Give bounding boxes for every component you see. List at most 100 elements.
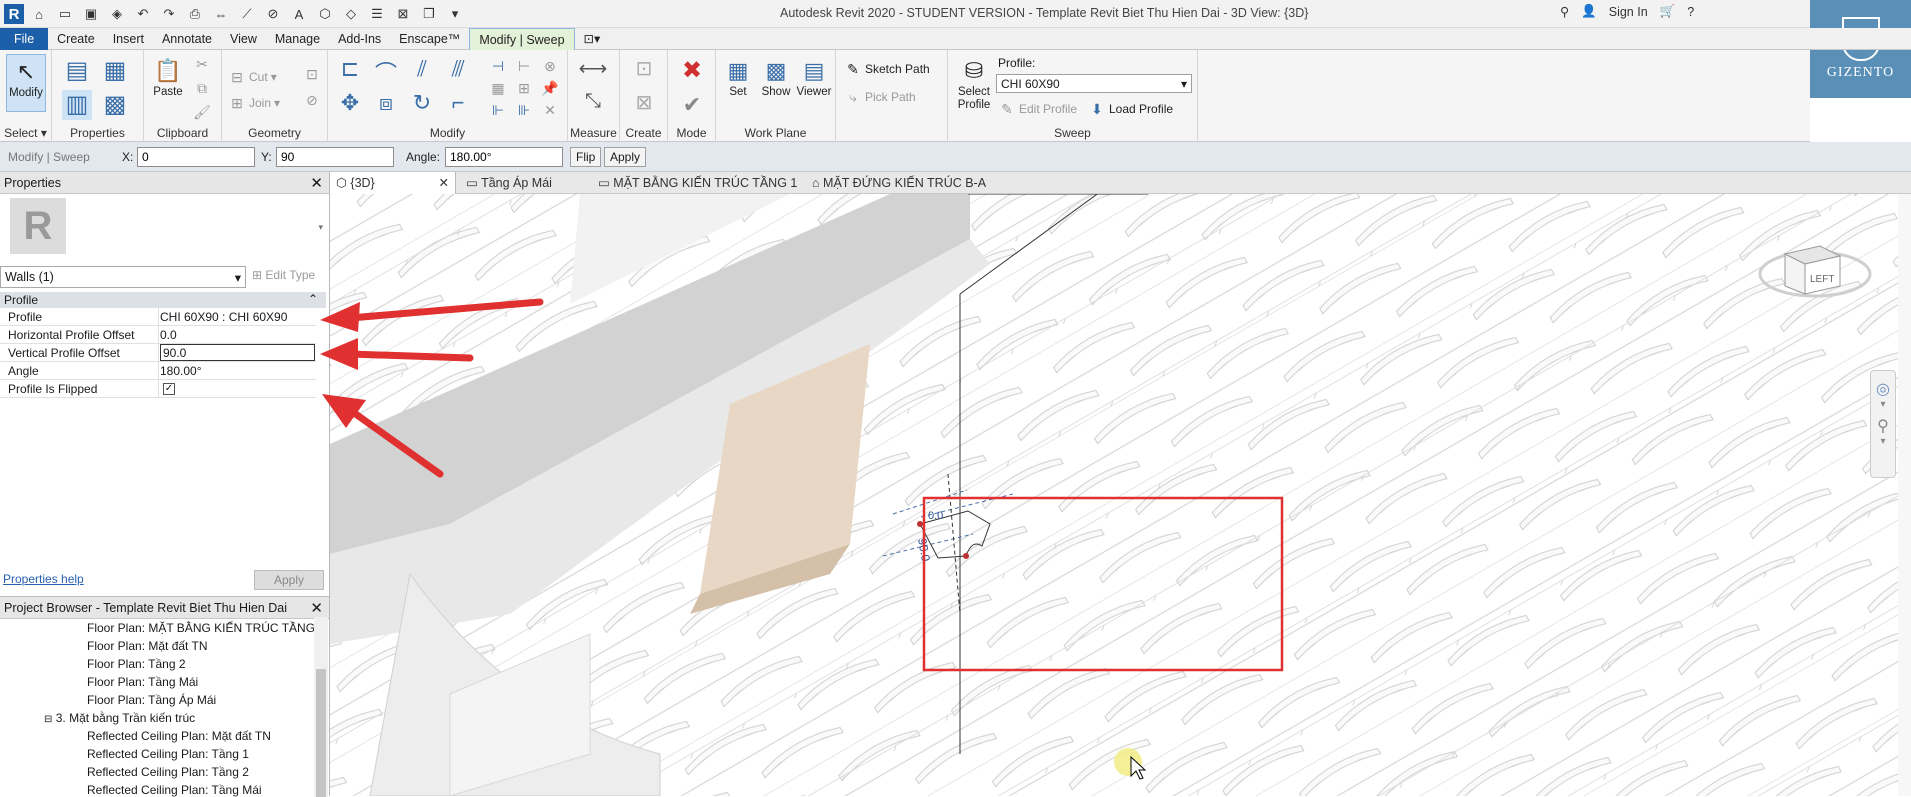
- create-group-icon[interactable]: ⊠: [630, 90, 658, 116]
- print-icon[interactable]: ⎙: [184, 3, 206, 25]
- undo-icon[interactable]: ↶: [132, 3, 154, 25]
- sign-in-link[interactable]: Sign In: [1609, 5, 1648, 19]
- tab-insert[interactable]: Insert: [104, 28, 153, 50]
- redo-icon[interactable]: ↷: [158, 3, 180, 25]
- type-selector[interactable]: Walls (1) ▾: [0, 266, 246, 288]
- thin-lines-icon[interactable]: ☰: [366, 3, 388, 25]
- copy-element-icon[interactable]: ⧈: [372, 90, 400, 118]
- cart-icon[interactable]: 🛒: [1660, 4, 1676, 19]
- copy-icon[interactable]: ⧉: [192, 80, 212, 98]
- apply-button[interactable]: Apply: [604, 147, 647, 167]
- match-properties-icon[interactable]: 🖌: [192, 104, 212, 122]
- viewer-button[interactable]: ▤ Viewer: [794, 54, 834, 112]
- split-face-icon[interactable]: ⊘: [302, 92, 322, 110]
- view-scrollbar[interactable]: [1898, 194, 1911, 796]
- set-button[interactable]: ▦ Set: [718, 54, 758, 112]
- dimension-icon[interactable]: ⟋: [236, 3, 258, 25]
- prop-row-angle[interactable]: Angle 180.00°: [0, 362, 316, 380]
- browser-item[interactable]: Reflected Ceiling Plan: Mặt đất TN: [87, 729, 271, 743]
- align-icon[interactable]: ⊏: [336, 56, 364, 84]
- family-types-icon[interactable]: ▥: [62, 90, 92, 120]
- x-input[interactable]: [137, 147, 255, 167]
- flip-button[interactable]: Flip: [570, 147, 602, 167]
- finish-edit-icon[interactable]: ✔: [678, 92, 706, 120]
- browser-item[interactable]: Floor Plan: Tầng Áp Mái: [87, 693, 216, 707]
- view-tab-mat-dung[interactable]: ⌂ MẶT ĐỨNG KIẾN TRÚC B-A: [806, 172, 992, 194]
- tab-modify-sweep[interactable]: Modify | Sweep: [469, 27, 575, 50]
- trim-multiple-icon[interactable]: ⊩: [488, 102, 508, 120]
- profile-dimension-small[interactable]: 0.0: [928, 510, 943, 522]
- properties-help-link[interactable]: Properties help: [3, 572, 84, 586]
- browser-item[interactable]: Reflected Ceiling Plan: Tầng Mái: [87, 783, 262, 797]
- cut-icon[interactable]: ✂: [192, 56, 212, 74]
- prop-value-angle[interactable]: 180.00°: [160, 364, 202, 378]
- sync-icon[interactable]: ◈: [106, 3, 128, 25]
- paste-button[interactable]: 📋 Paste: [148, 54, 188, 112]
- browser-group[interactable]: ⊟ 3. Mặt bằng Trần kiến trúc: [44, 711, 195, 725]
- wall-joins-icon[interactable]: ⊡: [302, 66, 322, 84]
- tab-create[interactable]: Create: [48, 28, 104, 50]
- prop-row-profile-flipped[interactable]: Profile Is Flipped ✓: [0, 380, 316, 398]
- tab-annotate[interactable]: Annotate: [153, 28, 221, 50]
- mirror-axis-icon[interactable]: ⫽: [408, 56, 436, 84]
- scale-icon[interactable]: ⊞: [514, 80, 534, 98]
- tab-view[interactable]: View: [221, 28, 266, 50]
- extend-icon[interactable]: ⊪: [514, 102, 534, 120]
- close-icon[interactable]: ✕: [310, 174, 323, 192]
- 3d-viewport[interactable]: 90.0 0.0 LEFT: [330, 194, 1911, 796]
- split-gap-icon[interactable]: ⊢: [514, 58, 534, 76]
- view-tab-tang-ap-mai[interactable]: ▭ Tầng Áp Mái: [460, 172, 558, 194]
- tab-close-icon[interactable]: ✕: [439, 172, 449, 194]
- mirror-draw-icon[interactable]: ⫻: [444, 56, 472, 84]
- offset-icon[interactable]: ⌒: [372, 56, 400, 86]
- unpin-icon[interactable]: ⊗: [540, 58, 560, 76]
- open-icon[interactable]: ▭: [54, 3, 76, 25]
- profile-flipped-checkbox[interactable]: ✓: [163, 383, 175, 395]
- preview-dropdown-icon[interactable]: ▾: [318, 222, 323, 233]
- browser-item[interactable]: Floor Plan: MẶT BẰNG KIẾN TRÚC TẦNG 1: [87, 621, 325, 635]
- help-icon[interactable]: ?: [1687, 5, 1694, 19]
- delete-icon[interactable]: ✕: [540, 102, 560, 120]
- qat-dropdown-icon[interactable]: ▾: [444, 3, 466, 25]
- browser-item[interactable]: Floor Plan: Tầng 2: [87, 657, 186, 671]
- cancel-edit-icon[interactable]: ✖: [678, 56, 706, 84]
- type-properties-icon[interactable]: ▦: [100, 56, 130, 86]
- zoom-dropdown-icon[interactable]: ▾: [1871, 436, 1895, 447]
- prop-row-vertical-offset[interactable]: Vertical Profile Offset 90.0: [0, 344, 316, 362]
- tab-file[interactable]: File: [0, 27, 49, 50]
- browser-scroll-thumb[interactable]: [316, 669, 326, 797]
- prop-value-horizontal-offset[interactable]: 0.0: [160, 328, 177, 342]
- switch-windows-icon[interactable]: ❐: [418, 3, 440, 25]
- cut-geometry-button[interactable]: ⊟ Cut ▾: [228, 68, 277, 86]
- tag-icon[interactable]: ⊘: [262, 3, 284, 25]
- 3d-view-icon[interactable]: ⬡: [314, 3, 336, 25]
- view-tab-mat-bang[interactable]: ▭ MẶT BẰNG KIẾN TRÚC TẦNG 1: [592, 172, 803, 194]
- text-icon[interactable]: A: [288, 3, 310, 25]
- angle-input[interactable]: [445, 147, 563, 167]
- edit-profile-button[interactable]: ✎ Edit Profile: [998, 100, 1077, 118]
- prop-value-profile[interactable]: CHI 60X90 : CHI 60X90: [160, 310, 287, 324]
- family-category-icon[interactable]: ▩: [100, 90, 130, 120]
- browser-close-icon[interactable]: ✕: [310, 599, 323, 617]
- split-icon[interactable]: ⊣: [488, 58, 508, 76]
- search-icon[interactable]: ⚲: [1560, 4, 1569, 19]
- zoom-icon[interactable]: ⚲: [1871, 416, 1895, 436]
- browser-item[interactable]: Reflected Ceiling Plan: Tầng 1: [87, 747, 249, 761]
- steering-wheel-icon[interactable]: ◎: [1871, 379, 1895, 399]
- prop-value-vertical-offset[interactable]: 90.0: [160, 344, 315, 361]
- browser-item[interactable]: Floor Plan: Tầng Mái: [87, 675, 198, 689]
- create-similar-icon[interactable]: ⊡: [630, 56, 658, 82]
- profile-group-header[interactable]: Profile ⌃: [0, 292, 326, 308]
- browser-item[interactable]: Reflected Ceiling Plan: Tầng 2: [87, 765, 249, 779]
- load-profile-button[interactable]: ⬇ Load Profile: [1088, 100, 1173, 118]
- wheel-dropdown-icon[interactable]: ▾: [1871, 399, 1895, 410]
- save-icon[interactable]: ▣: [80, 3, 102, 25]
- pick-path-button[interactable]: ⤷ Pick Path: [844, 88, 916, 106]
- prop-row-horizontal-offset[interactable]: Horizontal Profile Offset 0.0: [0, 326, 316, 344]
- home-icon[interactable]: ⌂: [28, 3, 50, 25]
- profile-dropdown[interactable]: CHI 60X90 ▾: [996, 74, 1192, 93]
- tab-enscape[interactable]: Enscape™: [390, 28, 469, 50]
- measure-icon[interactable]: ⇔: [210, 3, 232, 25]
- view-tab-3d[interactable]: ⬡ {3D} ✕: [330, 172, 456, 194]
- join-geometry-button[interactable]: ⊞ Join ▾: [228, 94, 280, 112]
